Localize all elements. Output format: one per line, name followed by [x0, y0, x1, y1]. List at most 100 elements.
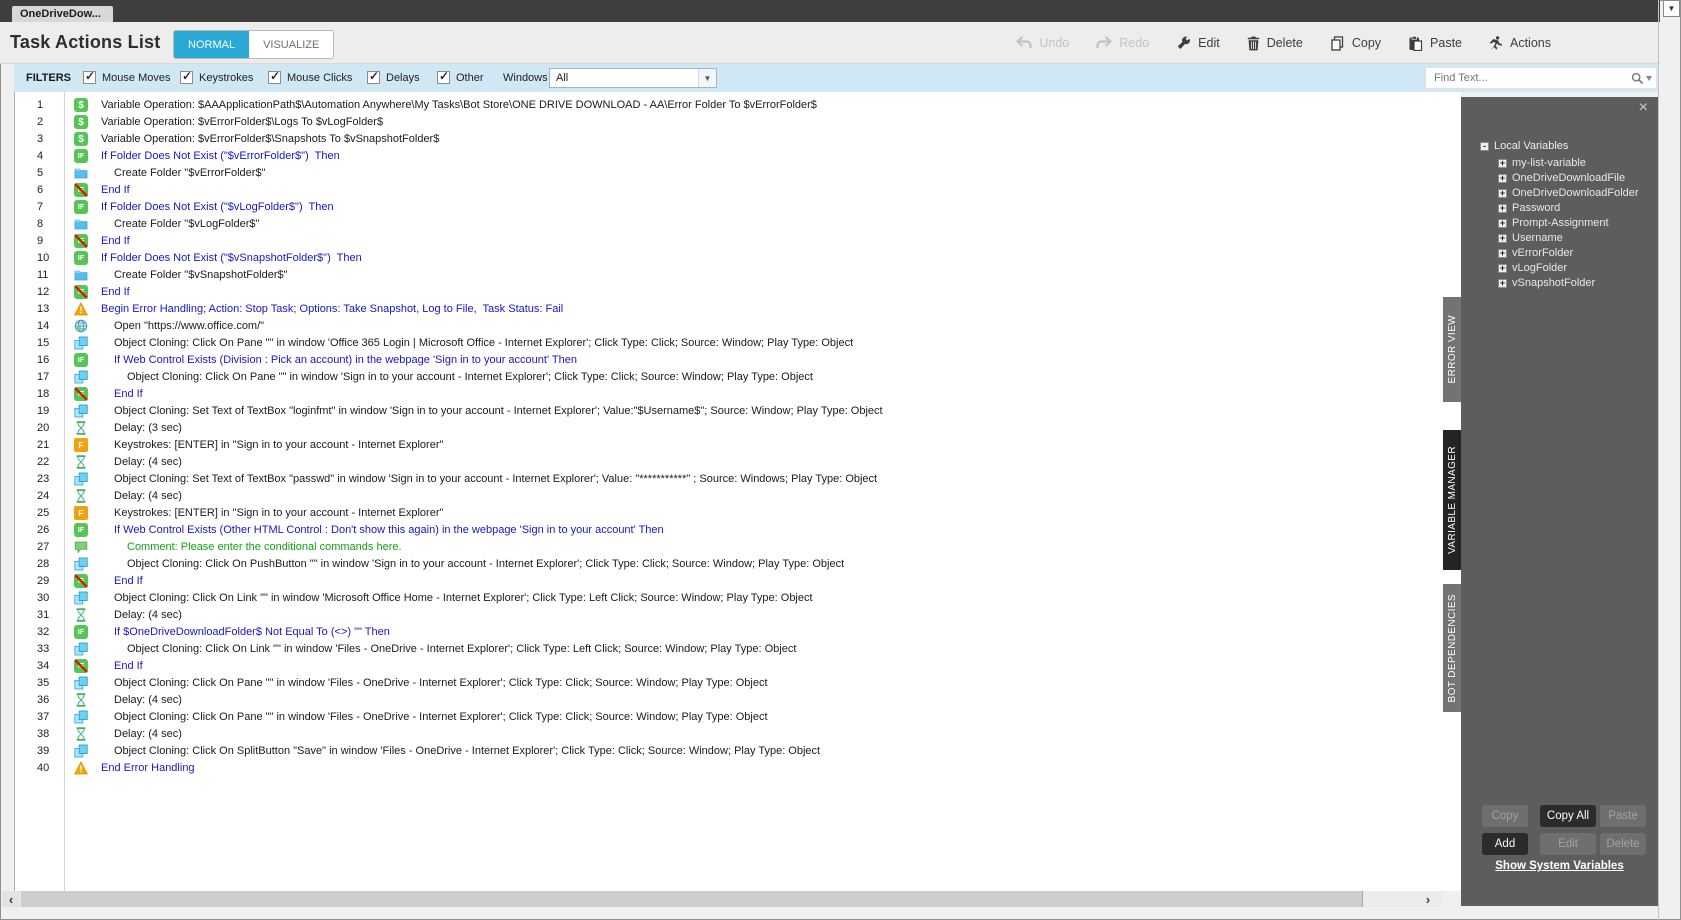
action-row[interactable]: 28 Object Cloning: Click On PushButton "…	[15, 556, 1461, 573]
show-system-variables-link[interactable]: Show System Variables	[1461, 860, 1658, 872]
variable-tree-item[interactable]: + Username	[1498, 232, 1563, 244]
edit-variable-button[interactable]: Edit	[1540, 833, 1596, 855]
paste-variable-button[interactable]: Paste	[1600, 805, 1646, 827]
scroll-left-button[interactable]: ‹	[2, 891, 20, 907]
action-row[interactable]: 9 IF End If	[15, 233, 1461, 250]
scrollbar-thumb[interactable]	[21, 891, 1363, 907]
variable-tree-item[interactable]: + vErrorFolder	[1498, 247, 1573, 259]
tree-expand-icon[interactable]: +	[1498, 188, 1507, 198]
checkbox-icon[interactable]	[367, 69, 380, 84]
tree-expand-icon[interactable]: +	[1498, 158, 1507, 168]
filter-checkbox-keystrokes[interactable]: Keystrokes	[180, 69, 253, 84]
filter-checkbox-other[interactable]: Other	[437, 69, 484, 84]
tree-collapse-icon[interactable]: -	[1480, 141, 1489, 151]
variable-tree-item[interactable]: + my-list-variable	[1498, 157, 1586, 169]
local-variables-label: Local Variables	[1494, 140, 1569, 152]
action-row[interactable]: 18 IF End If	[15, 386, 1461, 403]
object-cloning-icon	[74, 591, 88, 605]
action-row[interactable]: 29 IF End If	[15, 573, 1461, 590]
action-row[interactable]: 32 IF If $OneDriveDownloadFolder$ Not Eq…	[15, 624, 1461, 641]
action-row[interactable]: 22 Delay: (4 sec)	[15, 454, 1461, 471]
action-row[interactable]: 1 $ Variable Operation: $AAApplicationPa…	[15, 97, 1461, 114]
delete-variable-button[interactable]: Delete	[1600, 833, 1646, 855]
action-row[interactable]: 8 Create Folder "$vLogFolder$"	[15, 216, 1461, 233]
tree-expand-icon[interactable]: +	[1498, 173, 1507, 183]
variable-tree-item[interactable]: + OneDriveDownloadFolder	[1498, 187, 1639, 199]
checkbox-icon[interactable]	[180, 69, 193, 84]
action-row[interactable]: 31 Delay: (4 sec)	[15, 607, 1461, 624]
action-row[interactable]: 15 Object Cloning: Click On Pane "" in w…	[15, 335, 1461, 352]
tree-expand-icon[interactable]: +	[1498, 263, 1507, 273]
scroll-right-button[interactable]: ›	[1414, 891, 1442, 907]
action-row[interactable]: 40 End Error Handling	[15, 760, 1461, 777]
action-row[interactable]: 5 Create Folder "$vErrorFolder$"	[15, 165, 1461, 182]
action-row[interactable]: 38 Delay: (4 sec)	[15, 726, 1461, 743]
normal-view-button[interactable]: NORMAL	[174, 31, 250, 58]
filter-checkbox-mouse-clicks[interactable]: Mouse Clicks	[268, 69, 352, 84]
variable-tree-item[interactable]: + vLogFolder	[1498, 262, 1567, 274]
redo-button[interactable]: Redo	[1096, 36, 1149, 50]
action-row[interactable]: 14 Open "https://www.office.com/"	[15, 318, 1461, 335]
action-row[interactable]: 7 IF If Folder Does Not Exist ("$vLogFol…	[15, 199, 1461, 216]
filter-checkbox-delays[interactable]: Delays	[367, 69, 420, 84]
checkbox-icon[interactable]	[437, 69, 450, 84]
copy-variable-button[interactable]: Copy	[1482, 805, 1528, 827]
find-text-input[interactable]	[1426, 71, 1626, 85]
local-variables-root[interactable]: - Local Variables	[1480, 140, 1568, 152]
copy-button[interactable]: Copy	[1330, 35, 1381, 51]
action-row[interactable]: 35 Object Cloning: Click On Pane "" in w…	[15, 675, 1461, 692]
variable-tree-item[interactable]: + OneDriveDownloadFile	[1498, 172, 1625, 184]
variable-tree-item[interactable]: + Prompt-Assignment	[1498, 217, 1609, 229]
action-row[interactable]: 4 IF If Folder Does Not Exist ("$vErrorF…	[15, 148, 1461, 165]
action-row[interactable]: 39 Object Cloning: Click On SplitButton …	[15, 743, 1461, 760]
action-row[interactable]: 12 IF End If	[15, 284, 1461, 301]
action-row[interactable]: 6 IF End If	[15, 182, 1461, 199]
side-tab-bot-dependencies[interactable]: BOT DEPENDENCIES	[1443, 584, 1461, 712]
tree-expand-icon[interactable]: +	[1498, 203, 1507, 213]
tree-expand-icon[interactable]: +	[1498, 218, 1507, 228]
action-row[interactable]: 37 Object Cloning: Click On Pane "" in w…	[15, 709, 1461, 726]
variable-tree-item[interactable]: + vSnapshotFolder	[1498, 277, 1595, 289]
edit-button[interactable]: Edit	[1176, 36, 1220, 51]
tree-expand-icon[interactable]: +	[1498, 233, 1507, 243]
action-row[interactable]: 16 IF If Web Control Exists (Division : …	[15, 352, 1461, 369]
variable-tree-item[interactable]: + Password	[1498, 202, 1560, 214]
side-tab-error-view[interactable]: ERROR VIEW	[1443, 297, 1461, 402]
action-row[interactable]: 13 Begin Error Handling; Action: Stop Ta…	[15, 301, 1461, 318]
side-tab-variable-manager[interactable]: VARIABLE MANAGER	[1443, 430, 1461, 570]
action-row[interactable]: 23 Object Cloning: Set Text of TextBox "…	[15, 471, 1461, 488]
checkbox-icon[interactable]	[268, 69, 281, 84]
checkbox-icon[interactable]	[83, 69, 96, 84]
action-row[interactable]: 19 Object Cloning: Set Text of TextBox "…	[15, 403, 1461, 420]
action-row[interactable]: 34 IF End If	[15, 658, 1461, 675]
visualize-view-button[interactable]: VISUALIZE	[249, 31, 334, 58]
add-variable-button[interactable]: Add	[1482, 833, 1528, 855]
actions-button[interactable]: Actions	[1489, 35, 1551, 51]
action-row[interactable]: 2 $ Variable Operation: $vErrorFolder$\L…	[15, 114, 1461, 131]
paste-button[interactable]: Paste	[1408, 35, 1462, 51]
action-row[interactable]: 33 Object Cloning: Click On Link "" in w…	[15, 641, 1461, 658]
search-icon[interactable]	[1626, 72, 1656, 85]
action-row[interactable]: 25 F Keystrokes: [ENTER] in "Sign in to …	[15, 505, 1461, 522]
action-row[interactable]: 21 F Keystrokes: [ENTER] in "Sign in to …	[15, 437, 1461, 454]
action-row[interactable]: 27 Comment: Please enter the conditional…	[15, 539, 1461, 556]
action-row[interactable]: 36 Delay: (4 sec)	[15, 692, 1461, 709]
action-row[interactable]: 20 Delay: (3 sec)	[15, 420, 1461, 437]
copy-all-variable-button[interactable]: Copy All	[1540, 805, 1596, 827]
tree-expand-icon[interactable]: +	[1498, 278, 1507, 288]
action-line-number: 24	[37, 490, 50, 502]
undo-button[interactable]: Undo	[1016, 36, 1069, 50]
action-row[interactable]: 17 Object Cloning: Click On Pane "" in w…	[15, 369, 1461, 386]
action-row[interactable]: 24 Delay: (4 sec)	[15, 488, 1461, 505]
action-row[interactable]: 10 IF If Folder Does Not Exist ("$vSnaps…	[15, 250, 1461, 267]
delete-button[interactable]: Delete	[1247, 36, 1303, 51]
windows-filter-select[interactable]: All ▼	[549, 68, 717, 88]
action-row[interactable]: 3 $ Variable Operation: $vErrorFolder$\S…	[15, 131, 1461, 148]
close-icon[interactable]: ×	[1639, 99, 1648, 117]
action-row[interactable]: 26 IF If Web Control Exists (Other HTML …	[15, 522, 1461, 539]
tree-expand-icon[interactable]: +	[1498, 248, 1507, 258]
filter-checkbox-mouse-moves[interactable]: Mouse Moves	[83, 69, 170, 84]
action-row[interactable]: 11 Create Folder "$vSnapshotFolder$"	[15, 267, 1461, 284]
action-row[interactable]: 30 Object Cloning: Click On Link "" in w…	[15, 590, 1461, 607]
window-dropdown-button[interactable]: ▼	[1663, 0, 1680, 17]
